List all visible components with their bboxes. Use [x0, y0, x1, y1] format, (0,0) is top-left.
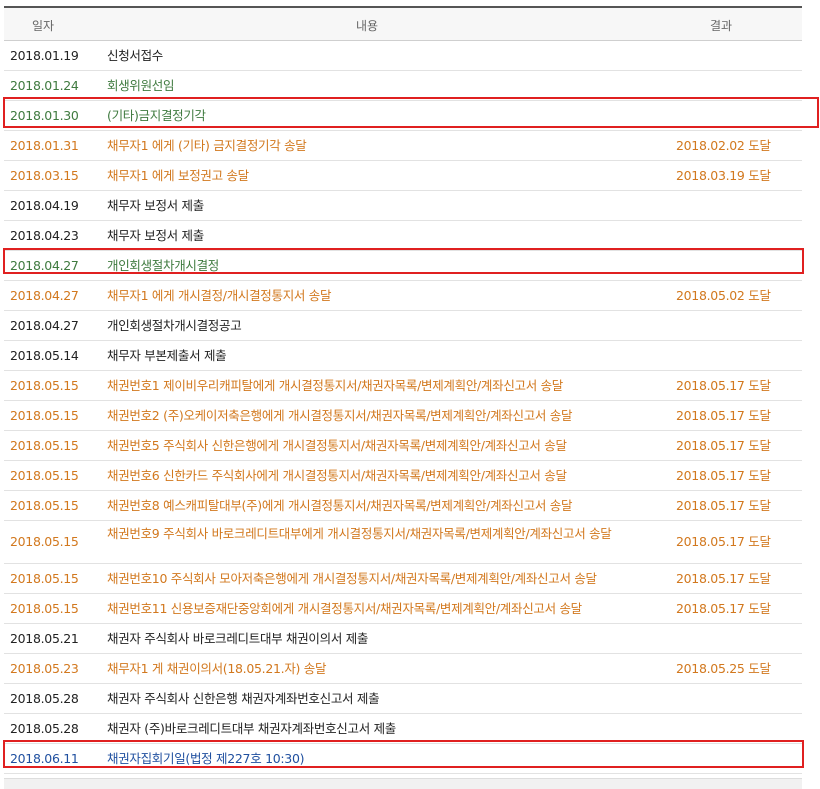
row-content[interactable]: 채권번호1 제이비우리캐피탈에게 개시결정통지서/채권자목록/변제계획안/계좌신… [107, 371, 563, 400]
row-date: 2018.05.15 [10, 378, 79, 393]
row-content[interactable]: 개인회생절차개시결정공고 [107, 311, 242, 340]
row-content[interactable]: 채무자 부본제출서 제출 [107, 341, 227, 370]
table-row: 2018.04.19 채무자 보정서 제출 [4, 191, 802, 221]
header-date: 일자 [32, 19, 55, 33]
row-content[interactable]: 채무자1 에게 (기타) 금지결정기각 송달 [107, 131, 307, 160]
table-row: 2018.05.21 채권자 주식회사 바로크레디트대부 채권이의서 제출 [4, 624, 802, 654]
table-body: 2018.01.19 신청서접수 2018.01.24 회생위원선임 2018.01.3… [4, 41, 802, 774]
row-date: 2018.05.15 [10, 534, 79, 549]
row-date: 2018.05.23 [10, 661, 79, 676]
table-row: 2018.05.15 채권번호5 주식회사 신한은행에게 개시결정통지서/채권자목… [4, 431, 802, 461]
row-content[interactable]: (기타)금지결정기각 [107, 101, 206, 130]
row-date: 2018.01.31 [10, 138, 79, 153]
case-progress-table: 일자 내용 결과 2018.01.19 신청서접수 2018.01.24 회생위원선임… [4, 6, 802, 774]
row-date: 2018.01.24 [10, 78, 79, 93]
row-result: 2018.05.17 도달 [676, 408, 771, 423]
table-row: 2018.01.19 신청서접수 [4, 41, 802, 71]
table-row: 2018.05.23 채무자1 게 채권이의서(18.05.21.자) 송달 201… [4, 654, 802, 684]
row-result: 2018.05.17 도달 [676, 498, 771, 513]
table-row: 2018.05.15 채권번호11 신용보증재단중앙회에게 개시결정통지서/채권자… [4, 594, 802, 624]
row-result: 2018.05.17 도달 [676, 468, 771, 483]
row-result: 2018.05.17 도달 [676, 378, 771, 393]
row-date: 2018.01.19 [10, 48, 79, 63]
row-date: 2018.05.15 [10, 601, 79, 616]
table-row: 2018.05.15 채권번호6 신한카드 주식회사에게 개시결정통지서/채권자목… [4, 461, 802, 491]
row-content[interactable]: 채권자 주식회사 신한은행 채권자계좌번호신고서 제출 [107, 684, 380, 713]
table-row: 2018.05.15 채권번호8 예스캐피탈대부(주)에게 개시결정통지서/채권자… [4, 491, 802, 521]
table-row: 2018.01.30 (기타)금지결정기각 [4, 101, 802, 131]
row-result: 2018.02.02 도달 [676, 138, 771, 153]
row-date: 2018.05.15 [10, 438, 79, 453]
row-result: 2018.05.25 도달 [676, 661, 771, 676]
table-row: 2018.01.31 채무자1 에게 (기타) 금지결정기각 송달 2018.02.… [4, 131, 802, 161]
row-result: 2018.05.02 도달 [676, 288, 771, 303]
table-header: 일자 내용 결과 [4, 6, 802, 41]
header-content: 내용 [356, 19, 379, 33]
row-date: 2018.05.15 [10, 408, 79, 423]
table-row: 2018.06.11 채권자집회기일(법정 제227호 10:30) [4, 744, 802, 774]
row-date: 2018.04.27 [10, 318, 79, 333]
table-row: 2018.05.14 채무자 부본제출서 제출 [4, 341, 802, 371]
table-row: 2018.01.24 회생위원선임 [4, 71, 802, 101]
table-row: 2018.04.27 채무자1 에게 개시결정/개시결정통지서 송달 2018.05… [4, 281, 802, 311]
table-footer-bar [4, 778, 802, 789]
table-row: 2018.05.28 채권자 주식회사 신한은행 채권자계좌번호신고서 제출 [4, 684, 802, 714]
row-date: 2018.05.14 [10, 348, 79, 363]
row-content[interactable]: 채권번호10 주식회사 모아저축은행에게 개시결정통지서/채권자목록/변제계획안… [107, 564, 597, 593]
row-date: 2018.05.28 [10, 691, 79, 706]
table-row: 2018.05.15 채권번호2 (주)오케이저축은행에게 개시결정통지서/채권자… [4, 401, 802, 431]
row-date: 2018.04.23 [10, 228, 79, 243]
row-result: 2018.05.17 도달 [676, 438, 771, 453]
row-content[interactable]: 개인회생절차개시결정 [107, 251, 219, 280]
row-result: 2018.03.19 도달 [676, 168, 771, 183]
row-date: 2018.04.27 [10, 288, 79, 303]
table-row: 2018.05.28 채권자 (주)바로크레디트대부 채권자계좌번호신고서 제출 [4, 714, 802, 744]
row-content[interactable]: 채권번호2 (주)오케이저축은행에게 개시결정통지서/채권자목록/변제계획안/계… [107, 401, 572, 430]
row-date: 2018.06.11 [10, 751, 79, 766]
row-result: 2018.05.17 도달 [676, 571, 771, 586]
header-result: 결과 [710, 19, 733, 33]
row-content[interactable]: 채무자1 에게 개시결정/개시결정통지서 송달 [107, 281, 331, 310]
table-row: 2018.04.23 채무자 보정서 제출 [4, 221, 802, 251]
row-content[interactable]: 채권번호5 주식회사 신한은행에게 개시결정통지서/채권자목록/변제계획안/계좌… [107, 431, 567, 460]
table-row: 2018.05.15 채권번호10 주식회사 모아저축은행에게 개시결정통지서/채… [4, 564, 802, 594]
row-content[interactable]: 채권번호6 신한카드 주식회사에게 개시결정통지서/채권자목록/변제계획안/계좌… [107, 461, 567, 490]
row-content[interactable]: 채무자1 에게 보정권고 송달 [107, 161, 249, 190]
row-content[interactable]: 신청서접수 [107, 41, 163, 70]
row-content[interactable]: 채권자 주식회사 바로크레디트대부 채권이의서 제출 [107, 624, 368, 653]
row-date: 2018.05.28 [10, 721, 79, 736]
row-date: 2018.05.21 [10, 631, 79, 646]
table-row: 2018.03.15 채무자1 에게 보정권고 송달 2018.03.19 도달 [4, 161, 802, 191]
row-date: 2018.01.30 [10, 108, 79, 123]
row-content[interactable]: 채권번호8 예스캐피탈대부(주)에게 개시결정통지서/채권자목록/변제계획안/계… [107, 491, 572, 520]
row-result: 2018.05.17 도달 [676, 534, 771, 549]
table-row: 2018.05.15 채권번호9 주식회사 바로크레디트대부에게 개시결정통지서/… [4, 521, 802, 564]
row-content[interactable]: 채권번호11 신용보증재단중앙회에게 개시결정통지서/채권자목록/변제계획안/계… [107, 594, 582, 623]
row-date: 2018.03.15 [10, 168, 79, 183]
row-content[interactable]: 채무자 보정서 제출 [107, 191, 204, 220]
table-row: 2018.04.27 개인회생절차개시결정 [4, 251, 802, 281]
table-row: 2018.05.15 채권번호1 제이비우리캐피탈에게 개시결정통지서/채권자목록… [4, 371, 802, 401]
row-date: 2018.05.15 [10, 468, 79, 483]
row-content[interactable]: 채무자1 게 채권이의서(18.05.21.자) 송달 [107, 654, 326, 683]
row-content[interactable]: 채권자 (주)바로크레디트대부 채권자계좌번호신고서 제출 [107, 714, 396, 743]
row-content[interactable]: 채권자집회기일(법정 제227호 10:30) [107, 744, 304, 773]
row-date: 2018.05.15 [10, 498, 79, 513]
row-content[interactable]: 회생위원선임 [107, 71, 175, 100]
row-content[interactable]: 채권번호9 주식회사 바로크레디트대부에게 개시결정통지서/채권자목록/변제계획… [107, 527, 647, 541]
row-result: 2018.05.17 도달 [676, 601, 771, 616]
row-content[interactable]: 채무자 보정서 제출 [107, 221, 204, 250]
row-date: 2018.04.19 [10, 198, 79, 213]
row-date: 2018.05.15 [10, 571, 79, 586]
table-row: 2018.04.27 개인회생절차개시결정공고 [4, 311, 802, 341]
row-date: 2018.04.27 [10, 258, 79, 273]
